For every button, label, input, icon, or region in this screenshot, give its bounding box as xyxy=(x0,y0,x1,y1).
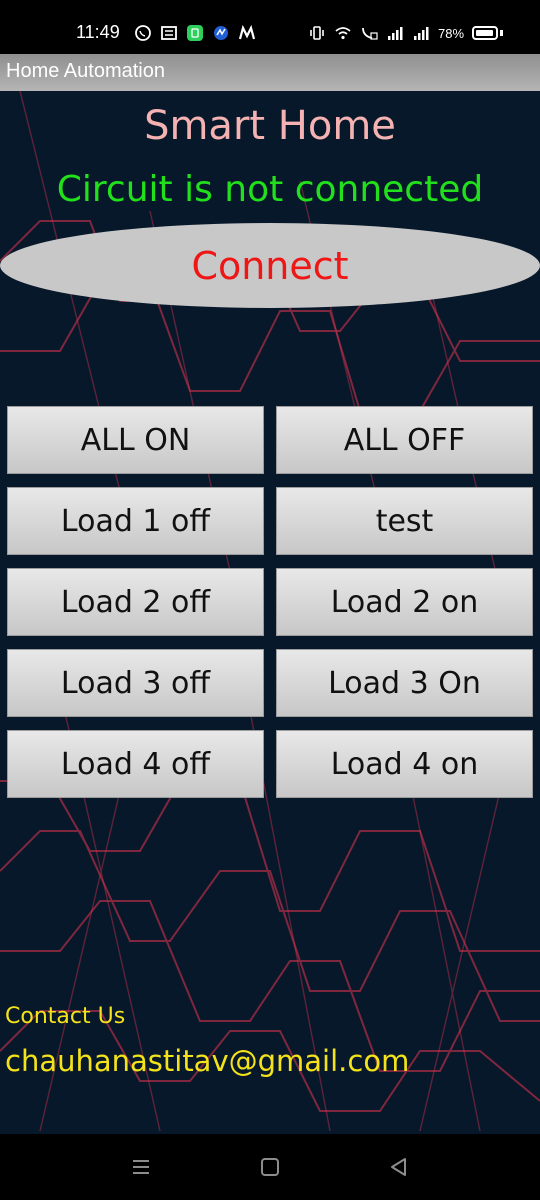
battery-tip xyxy=(500,30,504,36)
load4-off-button[interactable]: Load 4 off xyxy=(7,730,264,798)
home-icon[interactable] xyxy=(260,1157,280,1177)
load4-on-button[interactable]: Load 4 on xyxy=(276,730,533,798)
connect-button[interactable]: Connect xyxy=(0,223,540,308)
whatsapp-icon xyxy=(135,25,151,41)
contact-email[interactable]: chauhanastitav@gmail.com xyxy=(5,1044,409,1078)
menu-icon[interactable] xyxy=(131,1157,151,1177)
status-time: 11:49 xyxy=(76,22,120,42)
page-title: Smart Home xyxy=(144,103,396,149)
volte-icon xyxy=(362,27,378,40)
status-icons-right: 78% xyxy=(308,24,504,42)
contact-label: Contact Us xyxy=(5,1004,126,1029)
news-icon xyxy=(161,26,177,40)
navigation-bar xyxy=(0,1134,540,1200)
test-button[interactable]: test xyxy=(276,487,533,555)
app-icon xyxy=(187,25,203,41)
vibrate-icon xyxy=(310,26,324,40)
load3-off-button[interactable]: Load 3 off xyxy=(7,649,264,717)
circuit-status-text: Circuit is not connected xyxy=(56,169,484,210)
back-icon[interactable] xyxy=(389,1157,409,1177)
load2-on-button[interactable]: Load 2 on xyxy=(276,568,533,636)
signal-icon xyxy=(414,27,429,40)
cloud-icon xyxy=(214,26,228,40)
battery-percent: 78% xyxy=(438,25,465,41)
status-icons-left xyxy=(134,24,256,42)
battery-icon xyxy=(472,26,499,40)
status-bar: 11:49 78% xyxy=(0,0,540,54)
all-off-button[interactable]: ALL OFF xyxy=(276,406,533,474)
load2-off-button[interactable]: Load 2 off xyxy=(7,568,264,636)
all-on-button[interactable]: ALL ON xyxy=(7,406,264,474)
app-title-bar: Home Automation xyxy=(0,54,540,91)
wifi-icon xyxy=(335,27,351,40)
main-content: Smart Home Circuit is not connected Conn… xyxy=(0,91,540,1134)
load3-on-button[interactable]: Load 3 On xyxy=(276,649,533,717)
signal-icon xyxy=(388,27,403,40)
load1-off-button[interactable]: Load 1 off xyxy=(7,487,264,555)
m-icon xyxy=(238,24,256,40)
app-title: Home Automation xyxy=(6,60,165,82)
